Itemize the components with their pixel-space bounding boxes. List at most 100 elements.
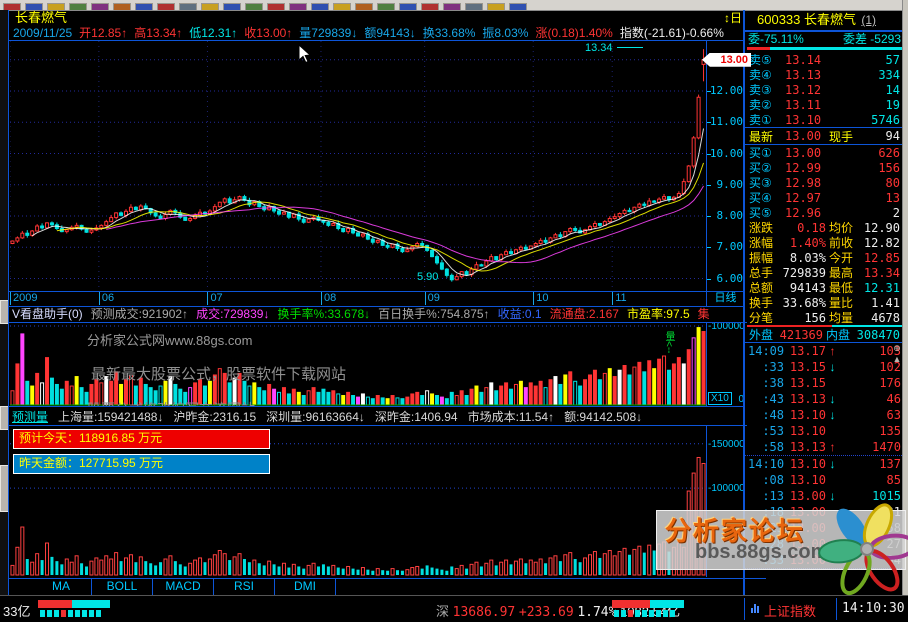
- buy-row: 买②12.99156: [745, 160, 904, 175]
- date-tick-label: 07: [207, 292, 222, 305]
- forecast-item: 上海量:159421488↓: [58, 408, 163, 425]
- tab-macd[interactable]: MACD: [153, 579, 214, 595]
- weibi-row: 委-75.11% 委差 -5293: [745, 32, 904, 46]
- toolbar-icon-sliver[interactable]: [311, 3, 329, 10]
- sell-row: 卖⑤13.1457: [745, 52, 904, 67]
- toolbar-icon-sliver[interactable]: [289, 3, 307, 10]
- toolbar-icon-sliver[interactable]: [25, 3, 43, 10]
- stats-block: 涨跌0.18均价12.90涨幅1.40%前收12.82振幅8.03%今开12.8…: [745, 220, 904, 325]
- forecast-item: 市场成本:11.54↑: [468, 408, 554, 425]
- toolbar-icon-sliver[interactable]: [377, 3, 395, 10]
- tab-ma[interactable]: MA: [31, 579, 92, 595]
- forecast-item: 深圳量:96163664↓: [266, 408, 365, 425]
- toolbar-icon-sliver[interactable]: [443, 3, 461, 10]
- level-volume: 80: [829, 176, 900, 190]
- tab-rsi[interactable]: RSI: [214, 579, 275, 595]
- market-volume-pane[interactable]: -150000-100000 预计今天：118916.85 万元 昨天金额：12…: [9, 426, 744, 577]
- toolbar-icon-sliver[interactable]: [69, 3, 87, 10]
- period-corner[interactable]: ↕日: [724, 10, 742, 26]
- tick-row[interactable]: :4813.10↓63: [745, 407, 904, 423]
- indicator-item: 成交:729839↓: [196, 307, 269, 322]
- sz-ratio-bar: [612, 600, 684, 608]
- toolbar-icon-sliver[interactable]: [399, 3, 417, 10]
- price-tick-label: 9.00: [717, 180, 744, 190]
- stat-value: 12.82: [861, 236, 900, 250]
- toolbar-icon-sliver[interactable]: [333, 3, 351, 10]
- toolbar-icon-sliver[interactable]: [201, 3, 219, 10]
- stat-row: 振幅8.03%今开12.85: [745, 250, 904, 265]
- chart-column: 长春燃气 ↕日 2009/11/25开12.85↑高13.34↑低12.31↑收…: [8, 10, 744, 595]
- toolbar-icon-sliver[interactable]: [245, 3, 263, 10]
- level-price: 13.11: [785, 98, 829, 112]
- tick-time: :53: [748, 424, 784, 438]
- tick-row[interactable]: :5813.13↑1470: [745, 439, 904, 456]
- toolbar-icon-sliver[interactable]: [91, 3, 109, 10]
- tick-row[interactable]: 14:1013.10↓137: [745, 456, 904, 472]
- stat-label: 均量: [829, 309, 861, 326]
- tick-row[interactable]: :0813.1085: [745, 472, 904, 488]
- tick-row[interactable]: :3313.15↓102: [745, 359, 904, 375]
- tick-direction-icon: ↓: [826, 360, 839, 374]
- tick-row[interactable]: 14:0913.17↑103: [745, 343, 904, 359]
- toolbar-icon-sliver[interactable]: [47, 3, 65, 10]
- toolbar-icon-sliver[interactable]: [113, 3, 131, 10]
- current-lot: 94: [865, 129, 900, 143]
- toolbar-icon-sliver[interactable]: [355, 3, 373, 10]
- toolbar-icon-sliver[interactable]: [267, 3, 285, 10]
- sz-index-pct: 1.74%: [577, 605, 616, 620]
- tick-direction-icon: ↑: [826, 440, 839, 454]
- price-tick-mark: [707, 154, 711, 155]
- toolbar-icon-sliver[interactable]: [157, 3, 175, 10]
- toolbar-icon-sliver[interactable]: [487, 3, 505, 10]
- level-volume: 57: [829, 53, 900, 67]
- stat-value: 12.85: [861, 251, 900, 265]
- toolbar-icon-sliver[interactable]: [135, 3, 153, 10]
- indicator-item: 集: [698, 307, 710, 322]
- level-price: 12.99: [785, 161, 829, 175]
- main-candlestick-pane[interactable]: 13.0012.0011.0010.009.008.007.006.00 13.…: [9, 40, 744, 292]
- forecast-row: 预测量 上海量:159421488↓沪昨金:2316.15深圳量:9616366…: [9, 407, 747, 426]
- info-segment: 指数(-21.61)-0.66%: [620, 26, 724, 40]
- candlestick-chart[interactable]: [10, 41, 706, 291]
- title-row: 长春燃气 ↕日: [9, 10, 744, 26]
- tab-dmi[interactable]: DMI: [275, 579, 336, 595]
- stat-row: 总额94143最低12.31: [745, 280, 904, 295]
- stat-value: 1.40%: [781, 236, 826, 250]
- period-box[interactable]: 日线: [706, 291, 744, 306]
- buy-row: 买①13.00626: [745, 145, 904, 160]
- tick-time: :13: [748, 489, 784, 503]
- stat-value: 12.31: [861, 281, 900, 295]
- level-volume: 13: [829, 191, 900, 205]
- info-segment: 换33.68%: [423, 26, 476, 40]
- info-segment: 振8.03%: [482, 26, 528, 40]
- toolbar-icon-sliver[interactable]: [3, 3, 21, 10]
- toolbar-icon-sliver[interactable]: [509, 3, 527, 10]
- page-indicator[interactable]: (1): [861, 13, 876, 27]
- period-short-label[interactable]: 日: [730, 11, 742, 25]
- toolbar-icon-sliver[interactable]: [179, 3, 197, 10]
- quote-header[interactable]: 600333 长春燃气 (1): [745, 10, 904, 32]
- toolbar-icon-sliver[interactable]: [223, 3, 241, 10]
- info-segment: 涨(0.18)1.40%: [535, 26, 612, 40]
- tick-row[interactable]: :4313.13↓46: [745, 391, 904, 407]
- tick-price: 13.10: [784, 473, 826, 487]
- toolbar-icon-sliver[interactable]: [421, 3, 439, 10]
- tab-row-filler: [336, 579, 766, 595]
- yesterday-amount-bar: 昨天金额：127715.95 万元: [13, 454, 270, 474]
- tick-row[interactable]: :3813.15176: [745, 375, 904, 391]
- left-window-edge: [0, 10, 8, 595]
- info-segment: 量729839↓: [299, 26, 357, 40]
- tick-row[interactable]: :5313.10135: [745, 423, 904, 439]
- volume-pane[interactable]: 分析家公式网www.88gs.com 最新最大股票公式，股票软件下载网站 股票公…: [9, 323, 744, 407]
- indicator-title[interactable]: V看盘助手(0): [12, 307, 83, 322]
- volume-axis: -100000 X10 0: [706, 323, 744, 406]
- mini-chart-icon: [751, 604, 759, 613]
- tab-boll[interactable]: BOLL: [92, 579, 153, 595]
- current-index-label[interactable]: 上证指数: [764, 601, 816, 620]
- stat-value: 8.03%: [781, 251, 826, 265]
- stat-value: 729839: [781, 266, 826, 280]
- forecast-label-link[interactable]: 预测量: [12, 408, 48, 425]
- level-price: 13.00: [785, 146, 829, 160]
- toolbar-icon-sliver[interactable]: [465, 3, 483, 10]
- tick-time: 14:09: [748, 344, 784, 358]
